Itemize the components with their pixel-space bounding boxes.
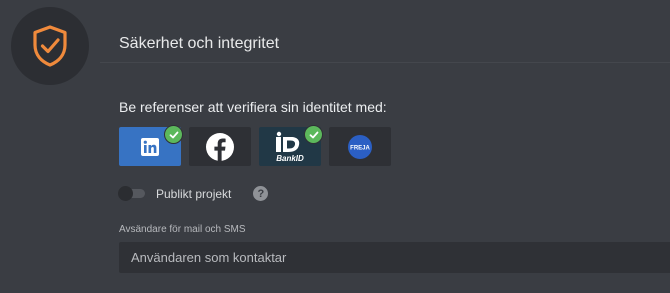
provider-linkedin-button[interactable] [119, 125, 183, 166]
toggle-knob[interactable] [118, 186, 133, 201]
public-project-row: Publikt projekt ? [118, 186, 269, 201]
freja-logo-text: FREJA [350, 145, 370, 151]
sender-input[interactable] [119, 242, 670, 273]
facebook-icon [206, 132, 234, 161]
shield-check-icon [33, 25, 67, 67]
public-project-toggle[interactable] [118, 186, 145, 201]
provider-facebook-button[interactable] [189, 127, 251, 166]
linkedin-icon [141, 137, 159, 156]
shield-badge [11, 7, 89, 85]
checkmark-icon [304, 125, 323, 144]
page-title: Säkerhet och integritet [119, 35, 280, 52]
freja-icon: FREJA [348, 134, 372, 159]
sender-field-label: Avsändare för mail och SMS [119, 224, 246, 235]
verify-heading: Be referenser att verifiera sin identite… [119, 99, 387, 115]
provider-bankid-button[interactable]: BankID [259, 125, 323, 166]
bankid-logo-text: BankID [276, 154, 304, 163]
help-icon[interactable]: ? [253, 186, 269, 201]
public-project-label: Publikt projekt [156, 186, 232, 201]
provider-freja-button[interactable]: FREJA [329, 127, 391, 166]
checkmark-icon [164, 125, 183, 144]
divider [100, 62, 670, 63]
bankid-icon: BankID [276, 131, 304, 163]
